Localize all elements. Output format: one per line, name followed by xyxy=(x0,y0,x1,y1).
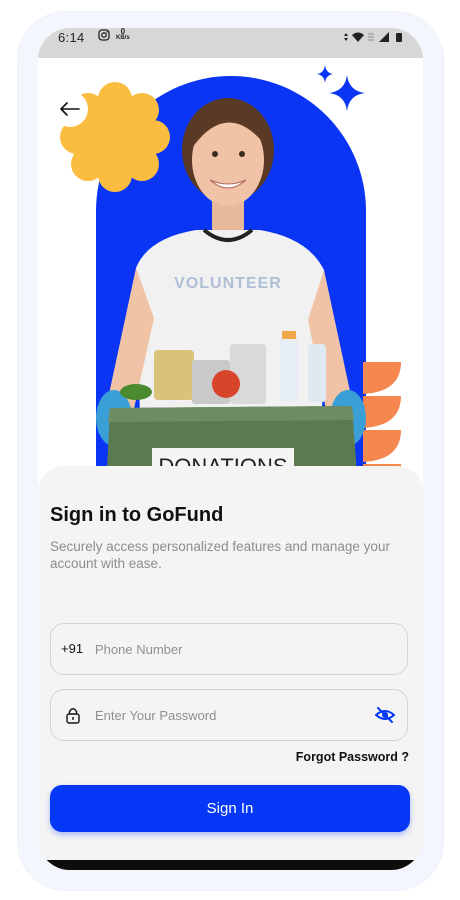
data-rate: 0 KB/s xyxy=(116,28,130,42)
country-code[interactable]: +91 xyxy=(61,641,83,656)
signin-button[interactable]: Sign In xyxy=(50,785,410,832)
home-indicator-bar xyxy=(38,860,423,870)
hero-section: VOLUNTEER DONATIONS xyxy=(38,58,423,516)
wifi-label-icon xyxy=(368,33,374,41)
back-button[interactable] xyxy=(52,91,88,127)
battery-icon xyxy=(396,33,402,42)
data-rate-unit: KB/s xyxy=(116,35,130,41)
app-screen: 6:14 0 KB/s VOLUNTEER Sign in to GoFund … xyxy=(38,28,423,870)
status-bar: 6:14 0 KB/s xyxy=(38,28,423,58)
status-time: 6:14 xyxy=(58,30,85,45)
page-subtitle: Securely access personalized features an… xyxy=(50,539,390,571)
eye-off-icon[interactable] xyxy=(375,707,395,723)
shirt-label: VOLUNTEER xyxy=(174,275,282,292)
arrow-left-icon xyxy=(60,102,80,116)
password-input[interactable] xyxy=(95,705,365,725)
wifi-icon xyxy=(352,32,364,42)
phone-input[interactable] xyxy=(95,639,395,659)
lock-icon xyxy=(66,708,80,724)
data-rate-value: 0 xyxy=(120,28,126,36)
signal-icon xyxy=(379,32,389,42)
data-arrows-icon xyxy=(344,33,348,41)
forgot-password-link[interactable]: Forgot Password ? xyxy=(296,750,409,764)
signin-sheet: Sign in to GoFund Securely access person… xyxy=(38,466,423,870)
password-field[interactable] xyxy=(50,689,408,741)
status-icons xyxy=(344,32,402,42)
instagram-icon xyxy=(98,29,110,41)
phone-field[interactable]: +91 xyxy=(50,623,408,675)
page-title: Sign in to GoFund xyxy=(50,504,224,526)
volunteer-photo: VOLUNTEER DONATIONS xyxy=(96,98,366,498)
